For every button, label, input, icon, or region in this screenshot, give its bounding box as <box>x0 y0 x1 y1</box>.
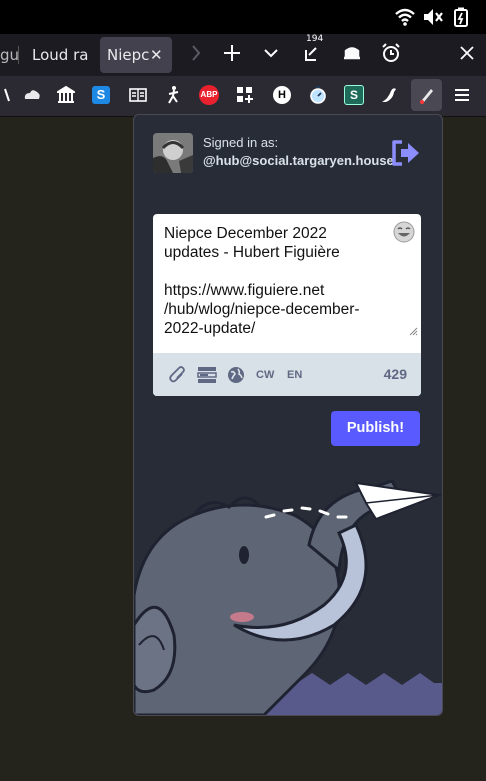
close-window-icon[interactable] <box>454 40 480 66</box>
poll-icon[interactable] <box>197 365 217 385</box>
downloads-button[interactable]: 194 <box>300 34 326 66</box>
emoji-picker-icon[interactable] <box>393 221 415 243</box>
s-extension-icon[interactable]: S <box>89 83 113 107</box>
new-tab-icon[interactable] <box>219 40 245 66</box>
chevron-right-icon[interactable] <box>183 40 209 66</box>
tab-niepce[interactable]: Niepce ✕ <box>100 37 172 73</box>
museum-icon[interactable] <box>54 83 78 107</box>
tab-label: gu <box>0 46 20 64</box>
system-status-bar <box>0 0 486 34</box>
tab-partial[interactable]: gu <box>0 37 20 73</box>
globe-icon[interactable] <box>227 365 245 385</box>
mastodon-mascot-illustration <box>134 479 442 715</box>
extension-partial-icon[interactable] <box>0 83 16 107</box>
post-textarea[interactable]: Niepce December 2022 updates - Hubert Fi… <box>164 224 400 337</box>
downloads-badge: 194 <box>304 34 326 44</box>
stopwatch-icon[interactable] <box>306 83 330 107</box>
pen-icon <box>419 89 433 104</box>
menu-icon[interactable] <box>450 83 474 107</box>
bird-icon[interactable] <box>378 83 402 107</box>
compose-box: Niepce December 2022 updates - Hubert Fi… <box>153 214 421 396</box>
mastodon-share-button[interactable] <box>411 79 442 111</box>
reader-view-icon[interactable] <box>126 83 150 107</box>
logout-icon[interactable] <box>390 138 422 168</box>
signed-in-label: Signed in as: <box>203 135 279 150</box>
character-counter: 429 <box>383 366 407 382</box>
language-button[interactable]: EN <box>287 365 302 385</box>
compose-toolbar: CW EN 429 <box>153 353 421 396</box>
h-extension-icon[interactable]: H <box>270 83 294 107</box>
adblock-plus-icon[interactable]: ABP <box>197 83 221 107</box>
apps-grid-icon[interactable] <box>233 83 257 107</box>
share-popup: Signed in as: @hub@social.targaryen.hous… <box>133 114 443 716</box>
battery-icon <box>454 7 468 27</box>
tab-label: Niepce <box>107 46 149 64</box>
tab-loud[interactable]: Loud ran <box>32 37 88 73</box>
tab-separator <box>18 46 19 64</box>
chevron-down-icon[interactable] <box>258 40 284 66</box>
s-box-icon[interactable]: S <box>342 83 366 107</box>
tab-label: Loud ran <box>32 46 88 64</box>
attachment-icon[interactable] <box>169 365 187 385</box>
cloud-extension-icon[interactable] <box>20 83 44 107</box>
alarm-clock-icon[interactable] <box>378 40 404 66</box>
resize-grip-icon[interactable] <box>408 326 418 336</box>
content-warning-button[interactable]: CW <box>256 365 274 385</box>
publish-button[interactable]: Publish! <box>331 411 420 446</box>
volume-muted-icon <box>424 9 443 25</box>
avatar <box>153 133 193 173</box>
wifi-icon <box>395 8 415 26</box>
account-handle: @hub@social.targaryen.house <box>203 153 394 168</box>
figure-icon[interactable] <box>162 83 186 107</box>
hat-icon[interactable] <box>339 40 365 66</box>
tab-bar: gu Loud ran Niepce ✕ 194 <box>0 34 486 76</box>
close-tab-icon[interactable]: ✕ <box>150 37 163 73</box>
extensions-toolbar: S ABP H S <box>0 76 486 117</box>
